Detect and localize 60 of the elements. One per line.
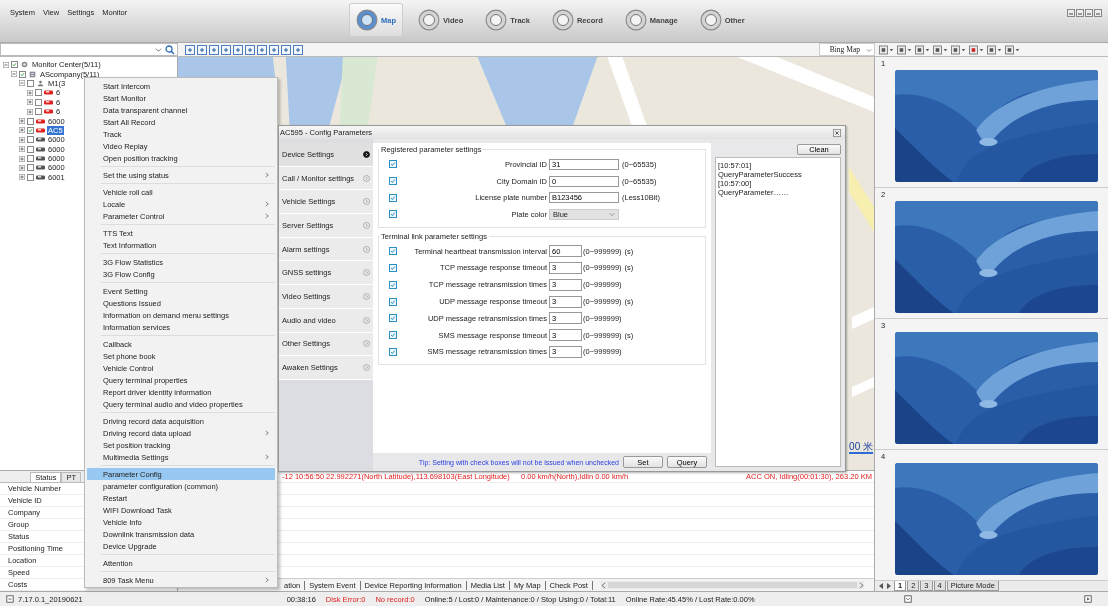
expand-toggle-icon[interactable] bbox=[27, 99, 33, 106]
caret-icon bbox=[866, 46, 872, 53]
expand-toggle-icon[interactable] bbox=[19, 174, 25, 181]
checkbox[interactable] bbox=[389, 210, 397, 219]
checkbox[interactable] bbox=[389, 160, 397, 169]
arrow-circle-icon bbox=[363, 340, 370, 348]
expand-toggle-icon[interactable] bbox=[19, 118, 25, 125]
checkbox[interactable] bbox=[35, 89, 42, 97]
tab-scroll-arrows-icon[interactable] bbox=[877, 582, 893, 590]
checkbox[interactable] bbox=[389, 263, 397, 272]
expand-toggle-icon[interactable] bbox=[19, 146, 25, 153]
checkbox[interactable] bbox=[27, 155, 34, 163]
checkbox[interactable] bbox=[389, 247, 397, 256]
checkbox[interactable] bbox=[389, 314, 397, 323]
checkbox[interactable] bbox=[27, 173, 34, 181]
arrow-circle-icon bbox=[363, 364, 370, 372]
arrow-circle-icon bbox=[363, 316, 370, 324]
checkbox[interactable] bbox=[35, 108, 42, 116]
arrow-circle-icon bbox=[363, 269, 370, 277]
expand-toggle-icon[interactable] bbox=[27, 89, 33, 96]
dropdown-square-icon[interactable] bbox=[904, 595, 912, 603]
checkbox[interactable] bbox=[389, 297, 397, 306]
person-icon bbox=[36, 79, 45, 87]
expand-toggle-icon[interactable] bbox=[27, 108, 33, 115]
arrow-circle-icon bbox=[363, 221, 370, 229]
map-scale-label: 00 米 bbox=[849, 441, 873, 454]
vehicle-search-field[interactable] bbox=[0, 43, 178, 56]
checkbox[interactable] bbox=[389, 331, 397, 340]
checkbox[interactable] bbox=[19, 70, 26, 78]
collapse-toggle-icon[interactable] bbox=[3, 61, 9, 68]
collapse-toggle-icon[interactable] bbox=[11, 71, 17, 78]
caret-icon[interactable] bbox=[155, 46, 162, 53]
expand-toggle-icon[interactable] bbox=[19, 136, 25, 143]
arrow-circle-icon bbox=[363, 174, 370, 182]
checkbox[interactable] bbox=[389, 347, 397, 356]
expand-toggle-icon[interactable] bbox=[19, 127, 25, 134]
checkbox[interactable] bbox=[27, 145, 34, 153]
arrow-circle-icon bbox=[363, 198, 370, 206]
checkbox[interactable] bbox=[27, 164, 34, 172]
checkbox[interactable] bbox=[27, 136, 34, 144]
horizontal-scrollbar[interactable] bbox=[600, 581, 864, 589]
collapse-toggle-icon[interactable] bbox=[19, 80, 25, 87]
checkbox[interactable] bbox=[27, 79, 34, 87]
checkbox[interactable] bbox=[389, 177, 397, 186]
building-icon bbox=[28, 70, 37, 78]
checkbox[interactable] bbox=[27, 117, 34, 125]
checkbox[interactable] bbox=[389, 193, 397, 202]
checkbox[interactable] bbox=[35, 98, 42, 106]
checkbox[interactable] bbox=[389, 280, 397, 289]
arrow-circle-icon bbox=[363, 292, 370, 300]
caret-icon bbox=[609, 211, 615, 218]
checkbox[interactable] bbox=[11, 61, 18, 69]
expand-toggle-icon[interactable] bbox=[19, 155, 25, 162]
expand-toggle-icon[interactable] bbox=[19, 165, 25, 171]
play-square-icon[interactable] bbox=[1084, 595, 1092, 603]
arrow-circle-icon bbox=[363, 245, 370, 253]
zoom-in-icon[interactable] bbox=[185, 44, 195, 55]
arrow-circle-icon bbox=[363, 150, 370, 158]
minimize-icon[interactable] bbox=[1067, 9, 1075, 17]
checkbox[interactable] bbox=[27, 126, 34, 134]
